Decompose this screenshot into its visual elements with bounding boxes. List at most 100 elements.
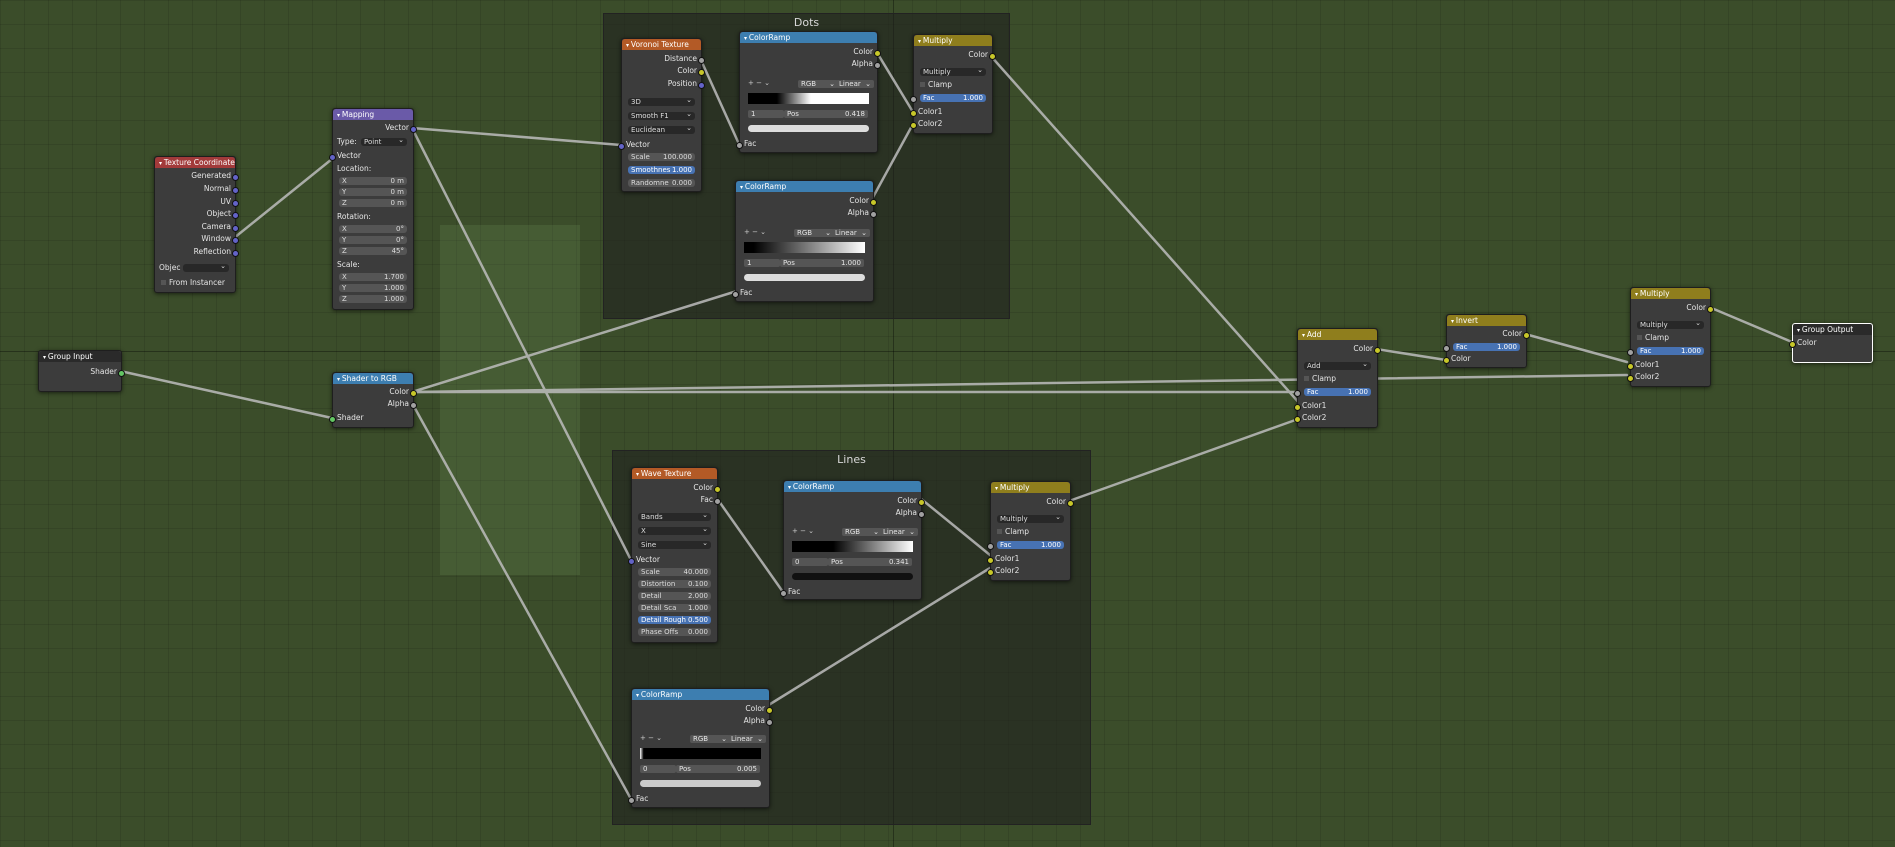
- socket-color-out[interactable]: [1523, 332, 1530, 339]
- scale-x[interactable]: X 1.700: [339, 273, 407, 281]
- blend-mode-dropdown[interactable]: Multiply: [920, 66, 986, 76]
- metric-dropdown[interactable]: Euclidean: [628, 124, 695, 134]
- color-mode-dropdown[interactable]: RGB ⌄: [690, 735, 730, 743]
- socket-color1-in[interactable]: [910, 110, 917, 117]
- randomness-field[interactable]: Randomne 0.000: [628, 179, 695, 187]
- node-add[interactable]: Add Color Add Clamp Fac1.000 Color1 Colo…: [1294, 328, 1381, 428]
- node-header[interactable]: Add: [1298, 329, 1377, 340]
- socket-fac-in[interactable]: [780, 590, 787, 597]
- feature-dropdown[interactable]: Smooth F1: [628, 110, 695, 120]
- stop-color-swatch[interactable]: [744, 274, 865, 281]
- socket-color2-in[interactable]: [1627, 375, 1634, 382]
- node-wave-texture[interactable]: Wave Texture Color Fac Bands X Sine Vect…: [628, 467, 721, 643]
- blend-mode-dropdown[interactable]: Add: [1304, 360, 1371, 370]
- stop-color-swatch[interactable]: [640, 780, 761, 787]
- wave-type-dropdown[interactable]: Bands: [638, 511, 711, 521]
- socket-alpha-out[interactable]: [874, 62, 881, 69]
- socket-uv[interactable]: [232, 200, 239, 207]
- profile-dropdown[interactable]: Sine: [638, 539, 711, 549]
- fac-field[interactable]: Fac 1.000: [920, 94, 986, 102]
- node-colorramp-lines-1[interactable]: ColorRamp Color Alpha + − ⌄ RGB⌄ Linear⌄…: [780, 480, 925, 600]
- gradient-ramp[interactable]: [792, 541, 913, 552]
- color-mode-dropdown[interactable]: RGB ⌄: [842, 528, 882, 536]
- rotation-y[interactable]: Y 0°: [339, 236, 407, 244]
- ramp-tools[interactable]: + − ⌄: [748, 79, 770, 88]
- socket-fac-in[interactable]: [628, 797, 635, 804]
- location-y[interactable]: Y0 m: [339, 188, 407, 196]
- dimensions-dropdown[interactable]: 3D: [628, 96, 695, 106]
- node-header[interactable]: Voronoi Texture: [622, 39, 701, 50]
- stop-index[interactable]: 0: [640, 765, 676, 773]
- socket-color-out[interactable]: [989, 53, 996, 60]
- socket-color2-in[interactable]: [910, 122, 917, 129]
- node-texture-coordinate[interactable]: Texture Coordinate Generated Normal UV O…: [154, 156, 239, 293]
- node-header[interactable]: Shader to RGB: [333, 373, 413, 384]
- ramp-tools[interactable]: + − ⌄: [792, 527, 814, 536]
- scale-field[interactable]: Scale 100.000: [628, 153, 695, 161]
- clamp-checkbox[interactable]: Clamp: [1304, 374, 1336, 383]
- type-dropdown[interactable]: Point: [361, 136, 407, 146]
- stop-color-swatch[interactable]: [748, 125, 869, 132]
- color-mode-dropdown[interactable]: RGB ⌄: [794, 229, 834, 237]
- interpolation-dropdown[interactable]: Linear ⌄: [832, 229, 870, 237]
- socket-color-out[interactable]: [766, 707, 773, 714]
- object-picker[interactable]: [183, 262, 229, 272]
- node-header[interactable]: ColorRamp: [632, 689, 769, 700]
- location-x[interactable]: X0 m: [339, 177, 407, 185]
- gradient-ramp[interactable]: [640, 748, 761, 759]
- socket-alpha-out[interactable]: [918, 511, 925, 518]
- socket-color1-in[interactable]: [987, 557, 994, 564]
- distortion-field[interactable]: Distortion 0.100: [638, 580, 711, 588]
- node-shader-to-rgb[interactable]: Shader to RGB Color Alpha Shader: [329, 372, 417, 428]
- node-header[interactable]: Texture Coordinate: [155, 157, 235, 168]
- socket-shader-in[interactable]: [329, 416, 336, 423]
- node-header[interactable]: Invert: [1447, 315, 1526, 326]
- node-colorramp-dots-1[interactable]: ColorRamp Color Alpha + − ⌄ RGB⌄ Linear⌄…: [736, 31, 881, 153]
- node-header[interactable]: Group Output: [1793, 324, 1872, 335]
- clamp-checkbox[interactable]: Clamp: [920, 80, 952, 89]
- clamp-checkbox[interactable]: Clamp: [1637, 333, 1669, 342]
- socket-fac-in[interactable]: [1627, 349, 1634, 356]
- rotation-z[interactable]: Z 45°: [339, 247, 407, 255]
- socket-color2-in[interactable]: [1294, 416, 1301, 423]
- node-header[interactable]: ColorRamp: [740, 32, 877, 43]
- socket-color-out[interactable]: [410, 390, 417, 397]
- smoothness-field[interactable]: Smoothnes 1.000: [628, 166, 695, 174]
- fac-field[interactable]: Fac 1.000: [1453, 343, 1520, 351]
- node-invert[interactable]: Invert Color Fac1.000 Color: [1443, 314, 1530, 368]
- node-header[interactable]: Mapping: [333, 109, 413, 120]
- node-colorramp-dots-2[interactable]: ColorRamp Color Alpha + − ⌄ RGB⌄ Linear⌄…: [732, 180, 877, 302]
- ramp-tools[interactable]: + − ⌄: [640, 734, 662, 743]
- socket-alpha-out[interactable]: [766, 719, 773, 726]
- node-multiply-dots[interactable]: Multiply Color Multiply Clamp Fac1.000 C…: [910, 34, 996, 134]
- socket-fac-out[interactable]: [714, 498, 721, 505]
- socket-shader-out[interactable]: [118, 370, 125, 377]
- socket-fac-in[interactable]: [732, 291, 739, 298]
- interpolation-dropdown[interactable]: Linear ⌄: [728, 735, 766, 743]
- scale-y[interactable]: Y 1.000: [339, 284, 407, 292]
- from-instancer-checkbox[interactable]: From Instancer: [161, 278, 225, 287]
- stop-position[interactable]: Pos 0.418: [784, 110, 868, 118]
- blend-mode-dropdown[interactable]: Multiply: [997, 513, 1064, 523]
- stop-position[interactable]: Pos 0.005: [676, 765, 760, 773]
- scale-z[interactable]: Z 1.000: [339, 295, 407, 303]
- node-header[interactable]: Multiply: [991, 482, 1070, 493]
- node-multiply-lines[interactable]: Multiply Color Multiply Clamp Fac1.000 C…: [987, 481, 1074, 581]
- node-header[interactable]: Group Input: [39, 351, 121, 362]
- node-header[interactable]: Wave Texture: [632, 468, 717, 479]
- socket-vector-in[interactable]: [628, 558, 635, 565]
- node-group-input[interactable]: Group Input Shader: [38, 350, 125, 392]
- fac-field[interactable]: Fac 1.000: [997, 541, 1064, 549]
- detail-roughness-field[interactable]: Detail Rough 0.500: [638, 616, 711, 624]
- socket-fac-in[interactable]: [910, 96, 917, 103]
- ramp-tools[interactable]: + − ⌄: [744, 228, 766, 237]
- gradient-ramp[interactable]: [748, 93, 869, 104]
- socket-window[interactable]: [232, 237, 239, 244]
- gradient-ramp[interactable]: [744, 242, 865, 253]
- blend-mode-dropdown[interactable]: Multiply: [1637, 319, 1704, 329]
- node-header[interactable]: Multiply: [1631, 288, 1710, 299]
- stop-index[interactable]: 0: [792, 558, 828, 566]
- color-mode-dropdown[interactable]: RGB ⌄: [798, 80, 838, 88]
- socket-color-out[interactable]: [874, 50, 881, 57]
- node-header[interactable]: Multiply: [914, 35, 992, 46]
